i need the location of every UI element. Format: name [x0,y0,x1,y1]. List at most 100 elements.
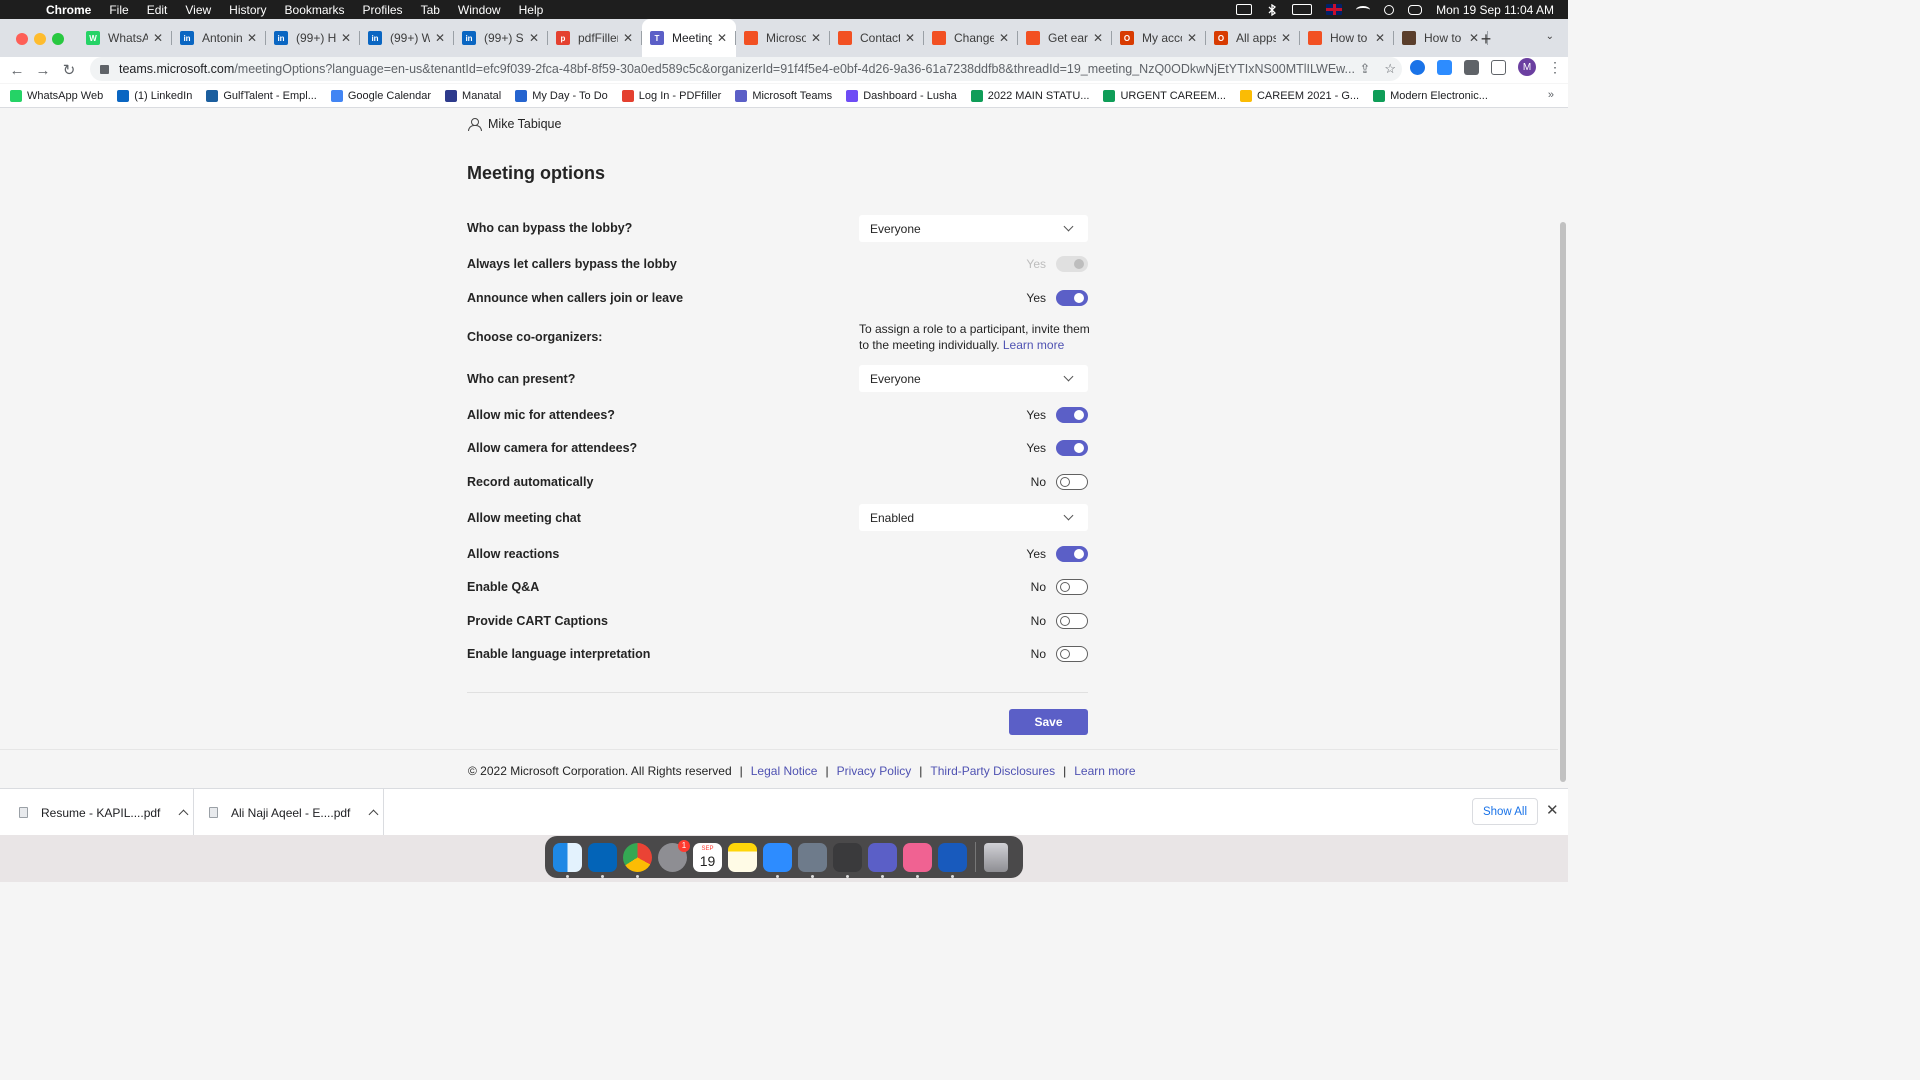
tab-8[interactable]: Contact ✕ [830,19,924,57]
download-item[interactable]: Ali Naji Aqeel - E....pdf [194,789,384,836]
reactions-toggle[interactable] [1056,546,1088,562]
bookmark-item[interactable]: URGENT CAREEM... [1103,89,1226,102]
tab-close-icon[interactable]: ✕ [1186,31,1198,45]
side-panel-icon[interactable] [1491,59,1506,75]
tab-4[interactable]: in (99+) Sh ✕ [454,19,548,57]
bookmark-item[interactable]: My Day - To Do [515,89,608,102]
bluetooth-icon[interactable] [1266,3,1278,17]
new-tab-button[interactable]: + [1478,29,1494,50]
tab-close-icon[interactable]: ✕ [622,31,634,45]
chrome-icon[interactable] [623,842,652,878]
tab-3[interactable]: in (99+) W ✕ [360,19,454,57]
tab-5[interactable]: p pdfFiller ✕ [548,19,642,57]
calendar-icon[interactable]: SEP 19 [693,842,722,872]
share-icon[interactable]: ⇪ [1359,61,1370,77]
bookmark-item[interactable]: Microsoft Teams [735,89,832,102]
zoom-extension-icon[interactable] [1437,59,1452,75]
menu-view[interactable]: View [185,3,211,17]
interpretation-toggle[interactable] [1056,646,1088,662]
record-toggle[interactable] [1056,474,1088,490]
tab-7[interactable]: Microsof ✕ [736,19,830,57]
control-center-icon[interactable] [1408,4,1423,15]
calculator-icon[interactable] [833,842,862,878]
tab-close-icon[interactable]: ✕ [904,31,916,45]
word-icon[interactable] [938,842,967,878]
bookmark-item[interactable]: Dashboard - Lusha [846,89,957,102]
tab-close-icon[interactable]: ✕ [1374,31,1386,45]
teams-icon[interactable] [868,842,897,878]
bookmark-star-icon[interactable]: ☆ [1384,61,1396,77]
third-party-disclosures-link[interactable]: Third-Party Disclosures [930,764,1055,778]
qa-toggle[interactable] [1056,579,1088,595]
menu-edit[interactable]: Edit [147,3,168,17]
tab-close-icon[interactable]: ✕ [716,31,728,45]
tab-6[interactable]: T Meeting ✕ [642,19,736,57]
tab-search-chevron-icon[interactable]: ⌄ [1546,31,1554,42]
battery-icon[interactable] [1292,4,1313,15]
page-scrollbar[interactable] [1560,222,1566,782]
privacy-policy-link[interactable]: Privacy Policy [837,764,912,778]
chevron-up-icon[interactable] [368,809,379,820]
tab-11[interactable]: O My acco ✕ [1112,19,1206,57]
tab-close-icon[interactable]: ✕ [434,31,446,45]
tab-close-icon[interactable]: ✕ [1280,31,1292,45]
legal-notice-link[interactable]: Legal Notice [751,764,818,778]
bookmark-item[interactable]: Google Calendar [330,89,431,102]
menu-bookmarks[interactable]: Bookmarks [285,3,345,17]
reload-button[interactable]: ↻ [56,61,82,79]
spotlight-search-icon[interactable] [1384,4,1395,15]
menu-app-chrome[interactable]: Chrome [46,3,91,17]
tab-close-icon[interactable]: ✕ [340,31,352,45]
tab-9[interactable]: Change ✕ [924,19,1018,57]
back-button[interactable]: ← [4,62,30,79]
tab-close-icon[interactable]: ✕ [528,31,540,45]
menu-window[interactable]: Window [458,3,501,17]
extension-blue-icon[interactable] [1410,59,1425,75]
lock-icon[interactable] [100,64,109,74]
lobby-dropdown[interactable]: Everyone [859,215,1088,242]
profile-avatar[interactable]: M [1518,58,1536,76]
bookmarks-overflow-button[interactable]: » [1548,89,1554,101]
tab-12[interactable]: O All apps ✕ [1206,19,1300,57]
bookmark-item[interactable]: Manatal [445,89,501,102]
bookmark-item[interactable]: WhatsApp Web [10,89,103,102]
tab-close-icon[interactable]: ✕ [810,31,822,45]
menu-file[interactable]: File [109,3,128,17]
forward-button[interactable]: → [30,62,56,79]
preview-icon[interactable] [798,842,827,878]
bookmark-item[interactable]: GulfTalent - Empl... [206,89,317,102]
wifi-icon[interactable] [1356,5,1371,14]
bookmark-item[interactable]: Modern Electronic... [1373,89,1488,102]
tab-14[interactable]: How to A✕ [1394,19,1488,57]
camera-toggle[interactable] [1056,440,1088,456]
menu-help[interactable]: Help [519,3,544,17]
trash-icon[interactable] [984,842,1008,872]
co-organizers-learn-more-link[interactable]: Learn more [1003,338,1064,352]
tab-close-icon[interactable]: ✕ [246,31,258,45]
save-button[interactable]: Save [1009,709,1088,735]
outlook-icon[interactable] [588,842,617,878]
bookmark-item[interactable]: Log In - PDFfiller [621,89,721,102]
tab-1[interactable]: in Antonino ✕ [172,19,266,57]
chat-dropdown[interactable]: Enabled [859,504,1088,531]
bookmark-item[interactable]: (1) LinkedIn [117,89,192,102]
window-zoom-button[interactable] [52,33,64,45]
zoom-icon[interactable] [763,842,792,878]
close-downloads-icon[interactable]: ✕ [1546,801,1559,819]
address-bar[interactable]: teams.microsoft.com/meetingOptions?langu… [90,57,1402,81]
cart-toggle[interactable] [1056,613,1088,629]
chrome-menu-icon[interactable]: ⋮ [1548,59,1562,76]
app-pink-icon[interactable] [903,842,932,878]
tab-13[interactable]: How to A ✕ [1300,19,1394,57]
footer-learn-more-link[interactable]: Learn more [1074,764,1135,778]
window-close-button[interactable] [16,33,28,45]
tab-2[interactable]: in (99+) Ho ✕ [266,19,360,57]
bookmark-item[interactable]: 2022 MAIN STATU... [970,89,1089,102]
menu-history[interactable]: History [229,3,266,17]
system-preferences-icon[interactable]: 1 [658,839,690,872]
finder-icon[interactable] [553,842,582,878]
tab-0[interactable]: W WhatsApp ✕ [78,19,172,57]
extensions-puzzle-icon[interactable] [1464,59,1479,75]
present-dropdown[interactable]: Everyone [859,365,1088,392]
show-all-downloads-button[interactable]: Show All [1472,798,1538,825]
